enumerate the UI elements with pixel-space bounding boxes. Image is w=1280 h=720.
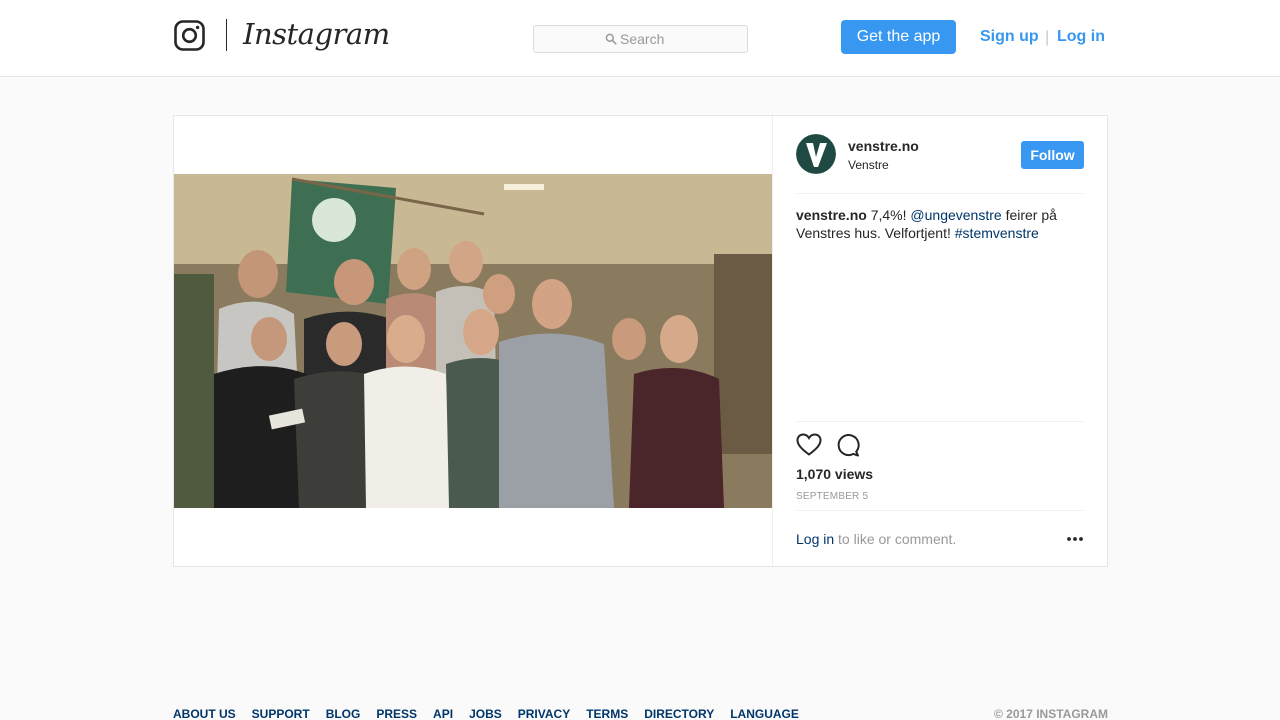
post-card: venstre.no Venstre Follow venstre.no 7,4… <box>173 115 1108 567</box>
auth-separator: | <box>1045 29 1050 46</box>
post-caption: venstre.no 7,4%! @ungevenstre feirer på … <box>796 206 1084 242</box>
brand-divider <box>226 19 227 51</box>
author-handle[interactable]: venstre.no <box>848 138 919 155</box>
more-options-icon[interactable] <box>1066 533 1084 545</box>
divider <box>796 193 1084 194</box>
get-the-app-button[interactable]: Get the app <box>841 20 956 54</box>
divider <box>796 421 1084 422</box>
copyright: © 2017 INSTAGRAM <box>994 707 1108 720</box>
search-box[interactable] <box>533 25 748 53</box>
footer-link-press[interactable]: PRESS <box>376 706 417 720</box>
footer-link-terms[interactable]: TERMS <box>586 706 628 720</box>
caption-hashtag[interactable]: #stemvenstre <box>955 225 1039 241</box>
divider <box>796 510 1084 511</box>
footer-link-jobs[interactable]: JOBS <box>469 706 502 720</box>
post-media <box>174 116 772 566</box>
footer-links: ABOUT US SUPPORT BLOG PRESS API JOBS PRI… <box>173 706 815 720</box>
login-prompt-text: to like or comment. <box>834 531 957 547</box>
footer-link-privacy[interactable]: PRIVACY <box>518 706 570 720</box>
author-full-name: Venstre <box>848 158 889 172</box>
footer-link-support[interactable]: SUPPORT <box>252 706 310 720</box>
footer-link-language[interactable]: LANGUAGE <box>730 706 799 720</box>
search-input[interactable] <box>620 30 740 48</box>
footer-link-api[interactable]: API <box>433 706 453 720</box>
instagram-glyph-icon[interactable] <box>174 20 205 51</box>
follow-button[interactable]: Follow <box>1021 141 1084 169</box>
login-prompt: Log in to like or comment. <box>796 530 956 548</box>
post-sidebar: venstre.no Venstre Follow venstre.no 7,4… <box>772 116 1107 566</box>
comment-icon[interactable] <box>836 433 860 457</box>
heart-icon[interactable] <box>796 433 822 457</box>
footer-link-directory[interactable]: DIRECTORY <box>644 706 714 720</box>
log-in-link[interactable]: Log in <box>1057 27 1105 47</box>
top-navigation: Instagram Get the app Sign up | Log in <box>0 0 1280 77</box>
post-date[interactable]: SEPTEMBER 5 <box>796 491 868 503</box>
instagram-wordmark[interactable]: Instagram <box>243 14 390 54</box>
view-count: 1,070 views <box>796 466 874 482</box>
caption-author[interactable]: venstre.no <box>796 207 867 223</box>
post-photo[interactable] <box>174 174 772 508</box>
footer-link-blog[interactable]: BLOG <box>326 706 361 720</box>
footer-link-about-us[interactable]: ABOUT US <box>173 706 236 720</box>
search-icon <box>605 33 617 45</box>
caption-mention[interactable]: @ungevenstre <box>910 207 1001 223</box>
author-avatar[interactable] <box>796 134 836 174</box>
sign-up-link[interactable]: Sign up <box>980 27 1039 47</box>
login-to-like-link[interactable]: Log in <box>796 531 834 547</box>
caption-text: 7,4%! <box>866 207 911 223</box>
